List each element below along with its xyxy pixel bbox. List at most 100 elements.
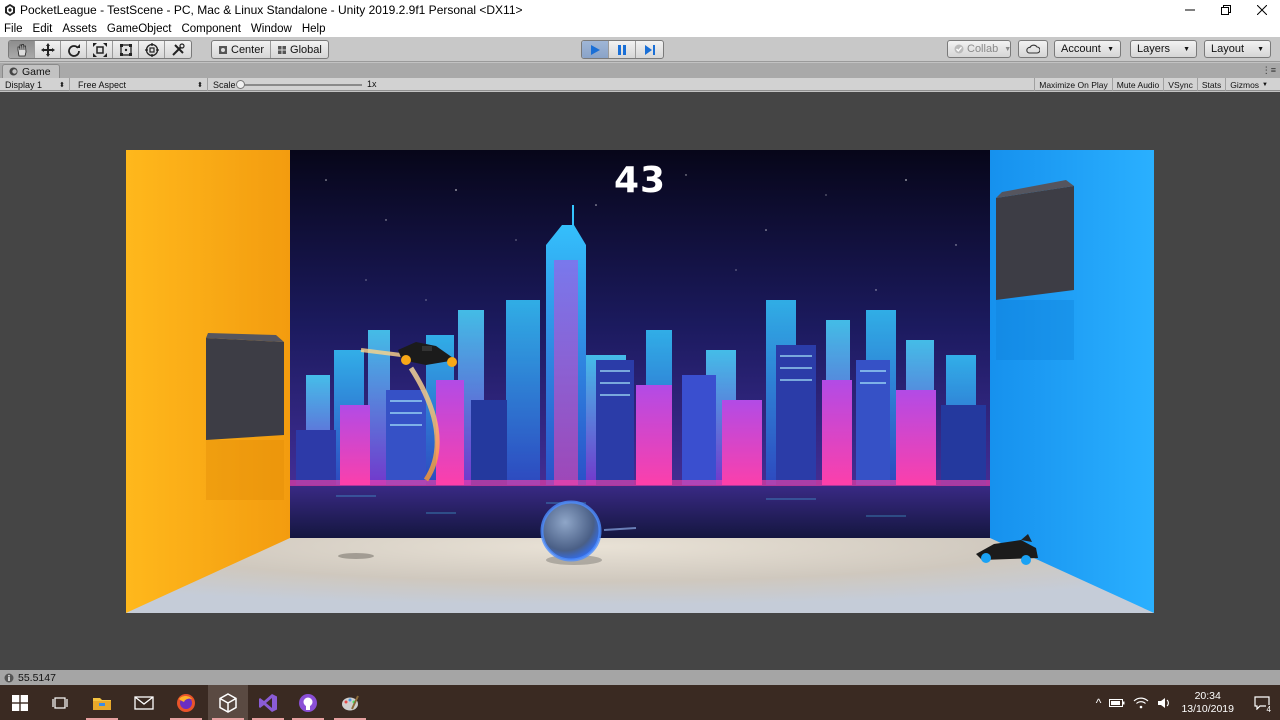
task-view-button[interactable] bbox=[40, 685, 80, 720]
battery-icon[interactable] bbox=[1109, 697, 1125, 709]
file-explorer-button[interactable] bbox=[82, 685, 122, 720]
restore-button[interactable] bbox=[1208, 0, 1244, 20]
menu-help[interactable]: Help bbox=[302, 23, 326, 35]
task-view-icon bbox=[52, 696, 68, 709]
console-status-bar[interactable]: 55.5147 bbox=[0, 670, 1280, 685]
chevron-down-icon: ▼ bbox=[1004, 45, 1012, 53]
aspect-label: Free Aspect bbox=[78, 79, 127, 90]
close-button[interactable] bbox=[1244, 0, 1280, 20]
action-center-button[interactable]: 4 bbox=[1244, 685, 1280, 720]
menu-gameobject[interactable]: GameObject bbox=[107, 23, 172, 35]
play-button[interactable] bbox=[582, 41, 609, 58]
cloud-icon bbox=[1026, 44, 1040, 54]
account-dropdown[interactable]: Account ▼ bbox=[1054, 40, 1121, 58]
volume-icon[interactable] bbox=[1157, 697, 1171, 709]
play-icon bbox=[591, 44, 600, 55]
menu-component[interactable]: Component bbox=[181, 23, 240, 35]
step-icon bbox=[644, 44, 655, 55]
pause-icon bbox=[618, 44, 626, 55]
blender-button[interactable] bbox=[330, 685, 370, 720]
unity-logo-icon bbox=[5, 4, 15, 16]
vsync-toggle[interactable]: VSync bbox=[1163, 78, 1197, 91]
visual-studio-button[interactable] bbox=[248, 685, 288, 720]
firefox-icon bbox=[177, 693, 195, 712]
window-title: PocketLeague - TestScene - PC, Mac & Lin… bbox=[20, 3, 523, 17]
custom-tool-button[interactable] bbox=[165, 41, 191, 58]
aspect-dropdown[interactable]: Free Aspect ⬍ bbox=[70, 78, 208, 91]
layout-label: Layout bbox=[1211, 43, 1245, 55]
maximize-on-play-toggle[interactable]: Maximize On Play bbox=[1034, 78, 1112, 91]
github-desktop-button[interactable] bbox=[288, 685, 328, 720]
mail-button[interactable] bbox=[124, 685, 164, 720]
transform-tool-button[interactable] bbox=[139, 41, 165, 58]
scale-slider-track[interactable] bbox=[240, 84, 362, 86]
unity-icon bbox=[219, 692, 237, 713]
hand-tool-button[interactable] bbox=[9, 41, 35, 58]
show-hidden-icons-icon[interactable]: ^ bbox=[1096, 696, 1102, 710]
custom-tools-icon bbox=[172, 42, 185, 56]
clock-time: 20:34 bbox=[1194, 689, 1221, 702]
tab-game[interactable]: Game bbox=[2, 64, 60, 78]
folder-icon bbox=[93, 697, 111, 710]
scale-value: 1x bbox=[367, 79, 377, 89]
minimize-button[interactable] bbox=[1172, 0, 1208, 20]
move-tool-button[interactable] bbox=[35, 41, 61, 58]
wifi-icon[interactable] bbox=[1133, 697, 1149, 709]
scale-tool-button[interactable] bbox=[87, 41, 113, 58]
restore-icon bbox=[1221, 5, 1231, 15]
updown-arrow-icon: ⬍ bbox=[197, 81, 203, 89]
main-toolbar: Center Global Collab ▼ Account ▼ Layers … bbox=[0, 37, 1280, 62]
pause-button[interactable] bbox=[609, 41, 636, 58]
stats-toggle[interactable]: Stats bbox=[1196, 78, 1225, 91]
display-dropdown[interactable]: Display 1 ⬍ bbox=[0, 78, 70, 91]
pivot-global-toggle[interactable]: Global bbox=[271, 41, 328, 58]
menu-file[interactable]: File bbox=[4, 23, 23, 35]
account-label: Account bbox=[1061, 43, 1101, 55]
game-render-area[interactable]: 43 bbox=[126, 150, 1154, 613]
mute-audio-toggle[interactable]: Mute Audio bbox=[1111, 78, 1164, 91]
clock[interactable]: 20:34 13/10/2019 bbox=[1181, 690, 1234, 716]
minimize-icon bbox=[1185, 9, 1195, 11]
gizmos-label: Gizmos bbox=[1230, 79, 1260, 90]
display-label: Display 1 bbox=[5, 79, 43, 90]
menu-edit[interactable]: Edit bbox=[33, 23, 53, 35]
system-tray: ^ 20:34 13/10/2019 4 bbox=[1096, 685, 1280, 720]
menu-window[interactable]: Window bbox=[251, 23, 292, 35]
chevron-down-icon: ▼ bbox=[1107, 45, 1114, 53]
pivot-center-toggle[interactable]: Center bbox=[212, 41, 272, 58]
rect-tool-button[interactable] bbox=[113, 41, 139, 58]
scale-label: Scale bbox=[213, 79, 236, 90]
rotate-icon bbox=[67, 43, 80, 57]
pivot-toggles: Center Global bbox=[211, 40, 329, 59]
rect-transform-icon bbox=[119, 43, 132, 56]
move-icon bbox=[40, 42, 55, 57]
gizmos-dropdown[interactable]: Gizmos ▼ bbox=[1225, 78, 1272, 91]
windows-logo-icon bbox=[12, 694, 28, 711]
cloud-button[interactable] bbox=[1018, 40, 1048, 58]
transform-tools bbox=[8, 40, 192, 59]
console-message: 55.5147 bbox=[18, 671, 56, 684]
layers-label: Layers bbox=[1137, 43, 1171, 55]
chevron-down-icon: ▼ bbox=[1183, 45, 1190, 53]
tab-game-label: Game bbox=[22, 65, 51, 78]
notification-count-badge: 4 bbox=[1265, 705, 1272, 714]
collab-label: Collab bbox=[967, 43, 999, 55]
game-view-toggles: Maximize On Play Mute Audio VSync Stats … bbox=[1034, 78, 1272, 91]
start-button[interactable] bbox=[0, 685, 40, 720]
unity-taskbar-button[interactable] bbox=[208, 685, 248, 720]
game-view-icon bbox=[9, 67, 18, 76]
clock-date: 13/10/2019 bbox=[1181, 702, 1234, 715]
scale-slider-thumb[interactable] bbox=[236, 80, 245, 89]
collab-check-icon bbox=[954, 44, 964, 54]
collab-dropdown[interactable]: Collab ▼ bbox=[947, 40, 1011, 58]
windows-taskbar: ^ 20:34 13/10/2019 4 bbox=[0, 685, 1280, 720]
menu-bar: File Edit Assets GameObject Component Wi… bbox=[0, 20, 1280, 37]
layout-dropdown[interactable]: Layout ▼ bbox=[1204, 40, 1271, 58]
firefox-button[interactable] bbox=[166, 685, 206, 720]
panel-menu-icon[interactable]: ⋮≡ bbox=[1262, 65, 1276, 76]
step-button[interactable] bbox=[636, 41, 663, 58]
rotate-tool-button[interactable] bbox=[61, 41, 87, 58]
menu-assets[interactable]: Assets bbox=[62, 23, 97, 35]
layers-dropdown[interactable]: Layers ▼ bbox=[1130, 40, 1197, 58]
game-view-controls: Display 1 ⬍ Free Aspect ⬍ Scale 1x Maxim… bbox=[0, 78, 1280, 91]
